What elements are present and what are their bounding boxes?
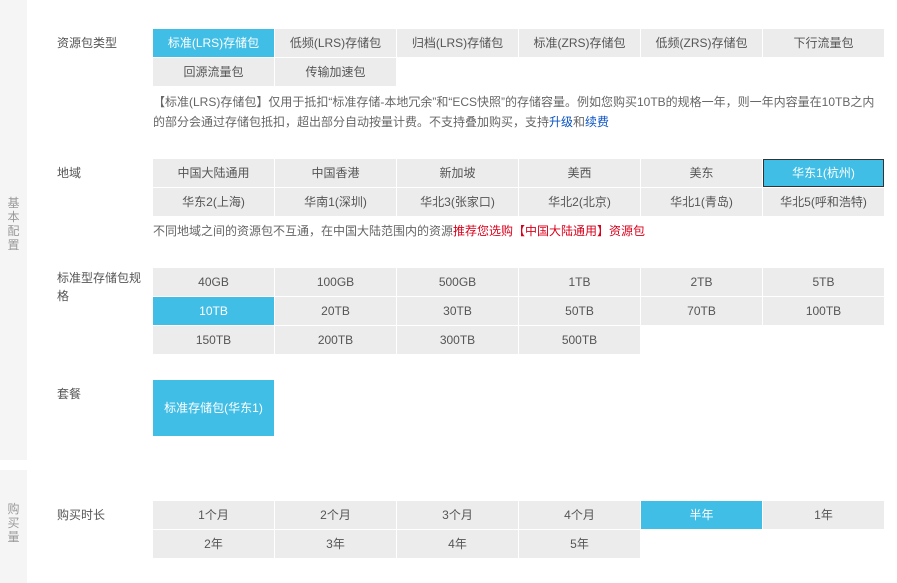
package-type-label: 资源包类型 — [57, 36, 118, 50]
region-option[interactable]: 中国香港 — [275, 159, 396, 187]
spec-option[interactable]: 100TB — [763, 297, 884, 325]
spec-option[interactable]: 300TB — [397, 326, 518, 354]
plan-label: 套餐 — [57, 387, 82, 401]
duration-option[interactable]: 1个月 — [153, 501, 274, 529]
region-option[interactable]: 华北2(北京) — [519, 188, 640, 216]
duration-option[interactable]: 2个月 — [275, 501, 396, 529]
region-option[interactable]: 华南1(深圳) — [275, 188, 396, 216]
spec-option[interactable]: 500GB — [397, 268, 518, 296]
package-type-option[interactable]: 标准(LRS)存储包 — [153, 29, 274, 57]
duration-label: 购买时长 — [57, 508, 106, 522]
spec-label: 标准型存储包规 格 — [57, 271, 142, 303]
spec-option[interactable]: 40GB — [153, 268, 274, 296]
upgrade-link[interactable]: 升级 — [549, 115, 573, 129]
spec-option[interactable]: 500TB — [519, 326, 640, 354]
region-option[interactable]: 美西 — [519, 159, 640, 187]
package-type-option[interactable]: 下行流量包 — [763, 29, 884, 57]
plan-option[interactable]: 标准存储包(华东1) — [153, 380, 274, 436]
spec-option[interactable]: 100GB — [275, 268, 396, 296]
spec-option[interactable]: 5TB — [763, 268, 884, 296]
basic-config-side-label: 基 本 配 置 — [7, 196, 20, 252]
package-type-option[interactable]: 标准(ZRS)存储包 — [519, 29, 640, 57]
spec-option[interactable]: 1TB — [519, 268, 640, 296]
duration-option[interactable]: 3年 — [275, 530, 396, 558]
duration-option[interactable]: 4年 — [397, 530, 518, 558]
region-option[interactable]: 新加坡 — [397, 159, 518, 187]
region-note: 不同地域之间的资源包不互通，在中国大陆范围内的资源推荐您选购【中国大陆通用】资源… — [153, 224, 646, 238]
spec-option[interactable]: 200TB — [275, 326, 396, 354]
spec-option[interactable]: 10TB — [153, 297, 274, 325]
package-type-option[interactable]: 低频(ZRS)存储包 — [641, 29, 762, 57]
duration-option[interactable]: 3个月 — [397, 501, 518, 529]
duration-option[interactable]: 5年 — [519, 530, 640, 558]
region-option[interactable]: 华东1(杭州) — [763, 159, 884, 187]
spec-option[interactable]: 70TB — [641, 297, 762, 325]
package-type-option[interactable]: 低频(LRS)存储包 — [275, 29, 396, 57]
region-option[interactable]: 华北5(呼和浩特) — [763, 188, 884, 216]
region-label: 地域 — [57, 166, 82, 180]
package-type-option[interactable]: 传输加速包 — [275, 58, 396, 86]
region-note-recommendation: 推荐您选购【中国大陆通用】资源包 — [453, 224, 646, 238]
region-option[interactable]: 华北1(青岛) — [641, 188, 762, 216]
spec-option[interactable]: 150TB — [153, 326, 274, 354]
duration-option[interactable]: 1年 — [763, 501, 884, 529]
renew-link[interactable]: 续费 — [585, 115, 609, 129]
region-option[interactable]: 华东2(上海) — [153, 188, 274, 216]
region-option[interactable]: 华北3(张家口) — [397, 188, 518, 216]
spec-option[interactable]: 2TB — [641, 268, 762, 296]
region-option[interactable]: 中国大陆通用 — [153, 159, 274, 187]
duration-option[interactable]: 4个月 — [519, 501, 640, 529]
spec-option[interactable]: 50TB — [519, 297, 640, 325]
package-type-option[interactable]: 归档(LRS)存储包 — [397, 29, 518, 57]
spec-option[interactable]: 30TB — [397, 297, 518, 325]
package-type-option[interactable]: 回源流量包 — [153, 58, 274, 86]
duration-option[interactable]: 半年 — [641, 501, 762, 529]
spec-option[interactable]: 20TB — [275, 297, 396, 325]
purchase-side-label: 购 买 量 — [7, 502, 20, 544]
region-option[interactable]: 美东 — [641, 159, 762, 187]
package-type-note: 【标准(LRS)存储包】仅用于抵扣“标准存储-本地冗余”和“ECS快照”的存储容… — [153, 95, 875, 129]
duration-option[interactable]: 2年 — [153, 530, 274, 558]
